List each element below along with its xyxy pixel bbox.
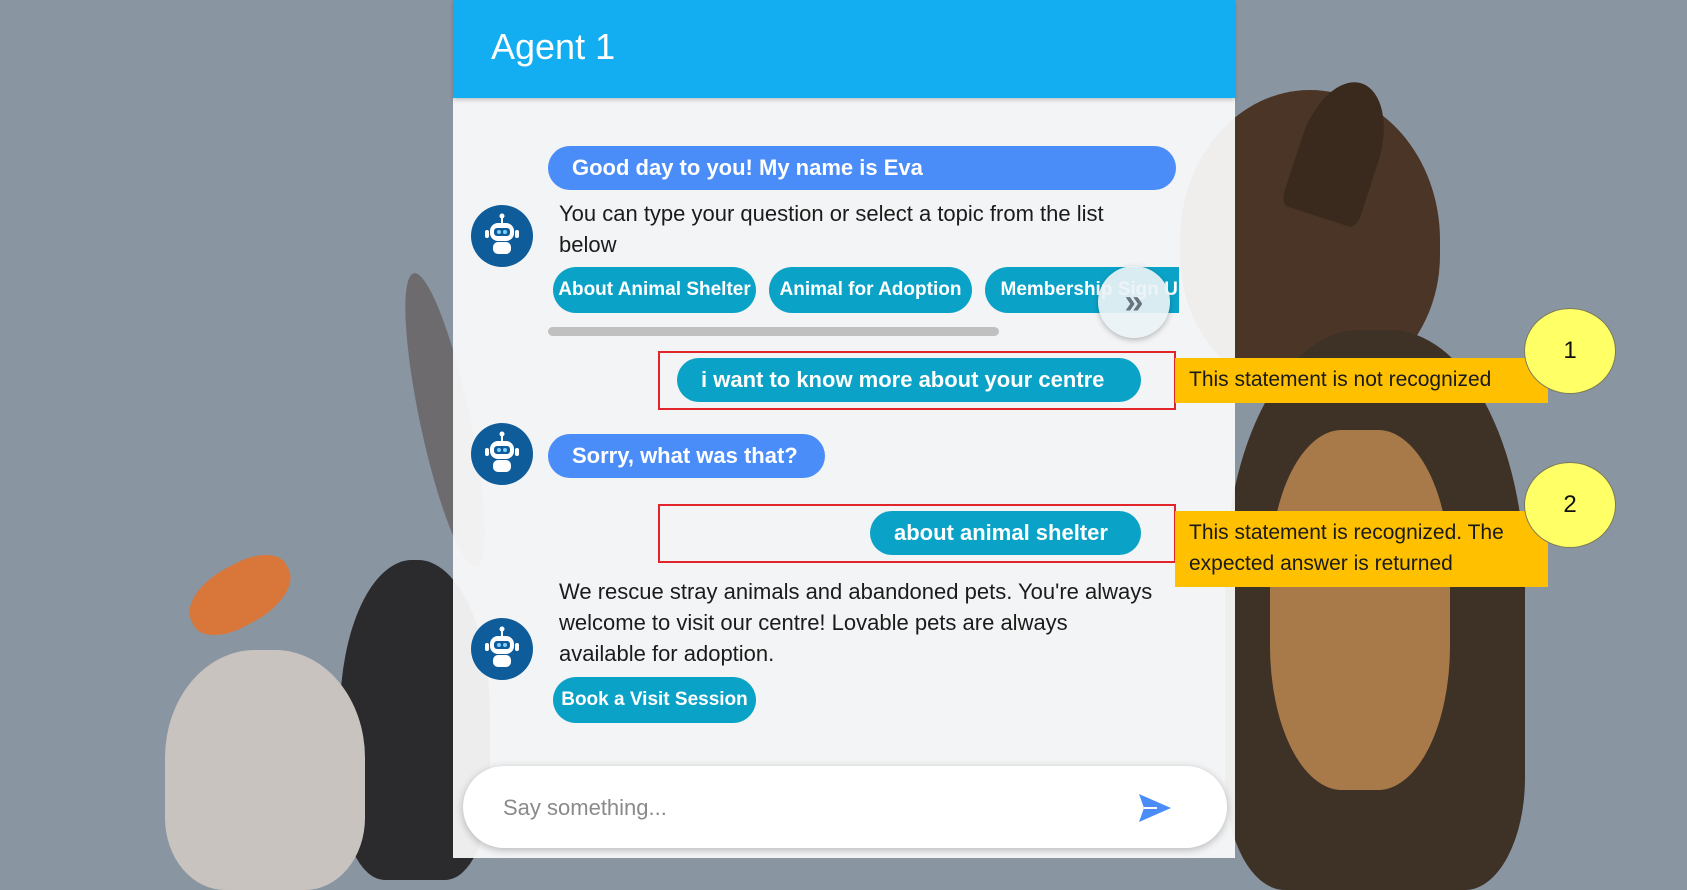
chip-about-animal-shelter[interactable]: About Animal Shelter — [553, 267, 756, 313]
annotation-badge-1: 1 — [1524, 308, 1616, 394]
background-bird — [177, 542, 303, 648]
user-message-1: i want to know more about your centre — [677, 358, 1141, 402]
chips-scrollbar[interactable] — [548, 327, 999, 336]
robot-icon — [485, 431, 519, 472]
robot-icon — [485, 213, 519, 254]
annotation-badge-2: 2 — [1524, 462, 1616, 548]
chip-animal-for-adoption[interactable]: Animal for Adoption — [769, 267, 972, 313]
user-message-2: about animal shelter — [870, 511, 1141, 555]
robot-icon — [485, 626, 519, 667]
bot-answer-text: We rescue stray animals and abandoned pe… — [559, 579, 1153, 666]
topic-chips: About Animal Shelter Animal for Adoption… — [553, 267, 1179, 313]
chip-book-a-visit-session[interactable]: Book a Visit Session — [553, 677, 756, 723]
chat-header: Agent 1 — [453, 0, 1235, 98]
agent-title: Agent 1 — [491, 26, 616, 67]
double-chevron-right-icon[interactable]: » — [1098, 266, 1170, 338]
send-icon[interactable] — [1135, 788, 1175, 828]
bot-avatar — [471, 423, 533, 485]
message-input[interactable] — [501, 784, 1105, 832]
bot-intro-text: You can type your question or select a t… — [559, 201, 1104, 257]
bot-greeting-bubble: Good day to you! My name is Eva — [548, 146, 1176, 190]
annotation-note-2: This statement is recognized. The expect… — [1175, 511, 1548, 587]
background-cat — [165, 650, 365, 890]
bot-sorry-bubble: Sorry, what was that? — [548, 434, 825, 478]
background-dog-chest — [1270, 430, 1450, 790]
chat-panel: Agent 1 Good day to you! My name is Eva … — [453, 0, 1235, 858]
bot-avatar — [471, 205, 533, 267]
bot-avatar — [471, 618, 533, 680]
message-input-bar — [463, 766, 1227, 848]
annotation-note-1: This statement is not recognized — [1175, 358, 1548, 403]
